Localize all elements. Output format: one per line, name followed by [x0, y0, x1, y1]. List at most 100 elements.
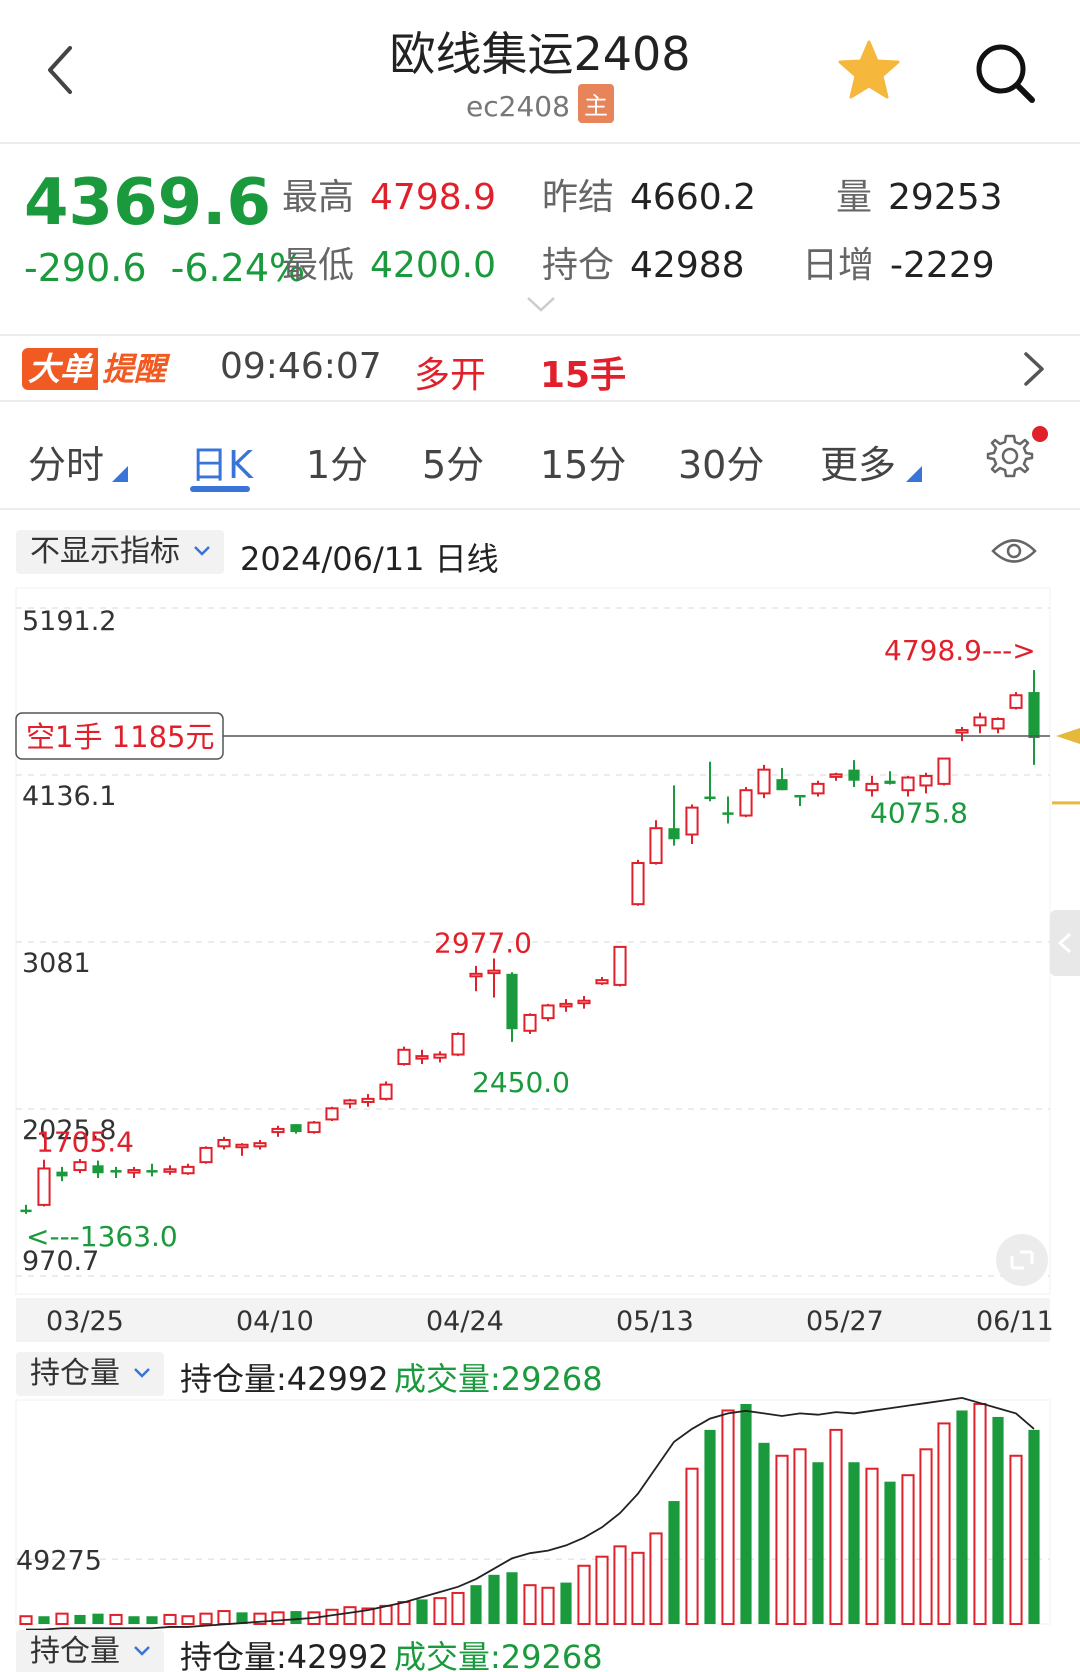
volume-bar — [92, 1613, 104, 1624]
candle-body — [794, 794, 806, 798]
volume-panel-footer: 持仓量 持仓量:42992 成交量:29268 — [0, 1626, 1080, 1672]
volume-bar — [793, 1448, 807, 1625]
y-tick-label: 4136.1 — [22, 781, 116, 812]
volume-bar — [829, 1428, 843, 1625]
candle-body — [290, 1124, 302, 1133]
volume-bar — [848, 1462, 860, 1624]
candle-body — [361, 1097, 375, 1104]
volume-bar — [451, 1591, 465, 1625]
x-tick-label: 04/24 — [426, 1306, 504, 1337]
volume-bar — [631, 1551, 645, 1625]
volume-bar — [433, 1597, 447, 1626]
candle-body — [991, 717, 1005, 730]
x-tick-label: 06/11 — [976, 1306, 1054, 1337]
volume-bar — [1028, 1429, 1040, 1624]
candle-body — [469, 972, 483, 978]
candle-body — [451, 1032, 465, 1056]
candle-body — [397, 1048, 411, 1066]
candle-body — [487, 969, 501, 975]
volume-bar — [812, 1462, 824, 1624]
candle-body — [631, 862, 645, 906]
volume-bar — [470, 1585, 482, 1624]
x-tick-label: 05/13 — [616, 1306, 694, 1337]
volume-bar — [379, 1604, 393, 1625]
candle-body — [253, 1142, 267, 1148]
x-tick-label: 04/10 — [236, 1306, 314, 1337]
volume-bar — [19, 1615, 33, 1626]
candle-body — [884, 780, 896, 784]
volume-bar — [560, 1582, 572, 1624]
candle-body — [20, 1209, 32, 1213]
volume-bar — [668, 1501, 680, 1624]
candle-body — [919, 774, 933, 787]
candle-body — [163, 1168, 177, 1173]
candle-body — [973, 716, 987, 727]
volume-bar — [109, 1613, 123, 1625]
volume-bar — [271, 1611, 285, 1625]
volume-bar — [613, 1545, 627, 1625]
candle-body — [433, 1053, 447, 1059]
candle-body — [1009, 694, 1023, 709]
price-annotation: 2450.0 — [472, 1066, 570, 1099]
candle-body — [704, 796, 716, 800]
volume-indicator-dropdown[interactable]: 持仓量 — [16, 1352, 164, 1396]
volume-bar — [956, 1410, 968, 1624]
candle-body — [415, 1055, 429, 1060]
volume-bar — [163, 1613, 177, 1625]
side-panel-tab[interactable] — [1050, 910, 1080, 976]
volume-bar — [146, 1616, 158, 1624]
candle-body — [110, 1170, 122, 1173]
volume-bar — [865, 1467, 879, 1626]
volume-readout: 成交量:29268 — [394, 1360, 603, 1398]
open-interest-readout: 持仓量:42992 — [180, 1360, 389, 1398]
candle-body — [146, 1170, 158, 1173]
volume-bar — [55, 1612, 69, 1626]
volume-bar — [740, 1404, 752, 1624]
volume-panel-header: 持仓量 持仓量:42992 成交量:29268 — [0, 1348, 1080, 1400]
volume-bar — [901, 1474, 915, 1626]
candle-body — [901, 776, 915, 792]
volume-bar — [775, 1454, 789, 1625]
candle-body — [379, 1083, 393, 1100]
chevron-down-icon — [134, 1368, 150, 1378]
volume-bar — [181, 1615, 195, 1626]
candle-body — [235, 1143, 249, 1149]
candlestick-chart[interactable]: 5191.24136.130812025.8970.703/25 04/10 04/… — [0, 0, 1080, 1672]
candle-body — [848, 769, 860, 781]
candle-body — [937, 757, 951, 785]
candle-body — [271, 1127, 285, 1134]
candle-body — [739, 789, 753, 817]
volume-bar — [217, 1610, 231, 1626]
candle-body — [181, 1165, 195, 1175]
candle-body — [595, 979, 609, 985]
candle-body — [343, 1099, 357, 1105]
plot-area — [15, 587, 1051, 1295]
candle-body — [73, 1161, 87, 1172]
volume-bar — [758, 1442, 770, 1624]
candle-body — [577, 999, 591, 1005]
candle-body — [685, 806, 699, 836]
volume-dropdown-label: 持仓量 — [30, 1356, 120, 1391]
volume-bar — [290, 1611, 302, 1624]
volume-bar — [199, 1612, 213, 1626]
price-annotation: <‑‑‑1363.0 — [26, 1220, 178, 1253]
zoom-icon — [996, 1234, 1048, 1286]
volume-bar — [488, 1574, 500, 1624]
volume-bar — [416, 1599, 428, 1624]
candle-body — [668, 828, 680, 840]
price-annotation: 4798.9‑‑‑> — [884, 634, 1036, 667]
volume-bar — [973, 1403, 987, 1625]
candle-body — [325, 1107, 339, 1121]
price-annotation: 1705.4 — [36, 1126, 134, 1159]
candle-body — [865, 782, 879, 792]
position-label: 空1手 1185元 — [26, 720, 214, 754]
candle-body — [649, 827, 663, 865]
volume-bar — [704, 1429, 716, 1624]
volume-readout-2: 成交量:29268 — [394, 1638, 603, 1672]
volume-indicator-dropdown-2[interactable]: 持仓量 — [16, 1630, 164, 1672]
volume-bar — [685, 1467, 699, 1626]
volume-bar — [541, 1586, 555, 1625]
volume-bar — [38, 1616, 50, 1624]
x-axis-band — [16, 1298, 1050, 1342]
y-tick-label: 5191.2 — [22, 606, 116, 637]
